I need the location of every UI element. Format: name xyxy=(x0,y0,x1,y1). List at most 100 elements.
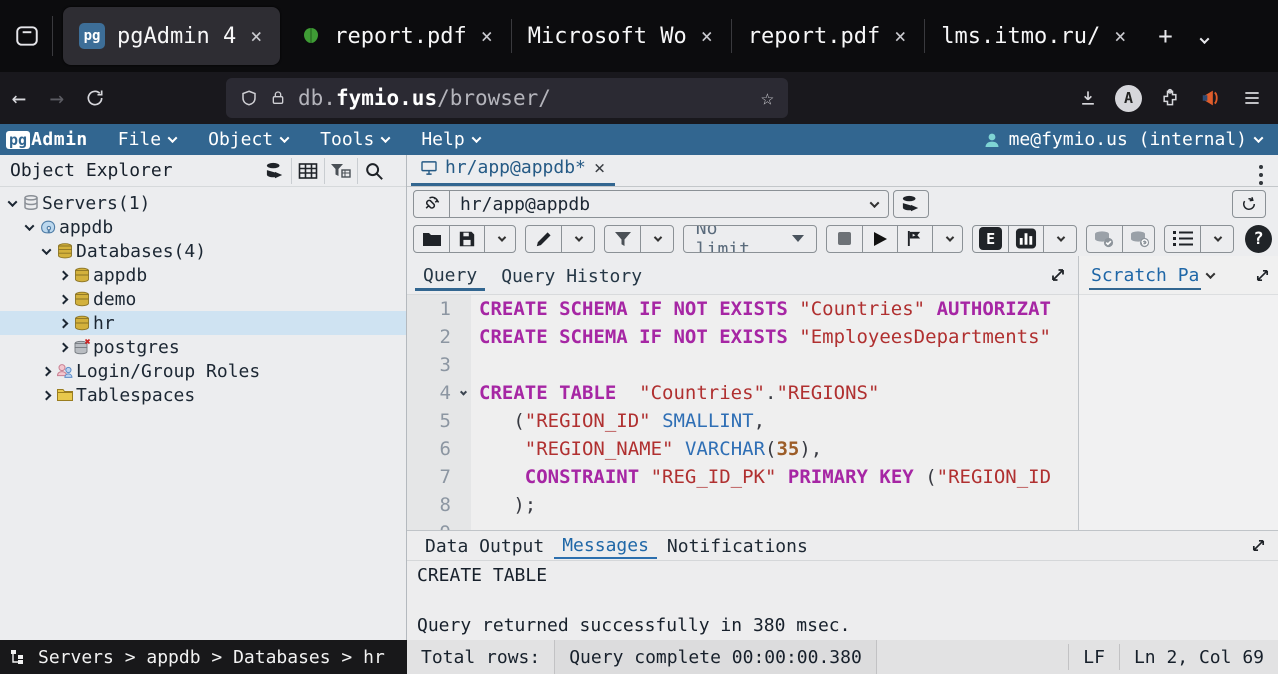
downloads-icon[interactable] xyxy=(1069,80,1106,117)
caret-down-icon[interactable] xyxy=(38,248,54,255)
execute-options-flag-button[interactable] xyxy=(897,226,932,252)
caret-right-icon[interactable] xyxy=(38,368,54,375)
browser-tab[interactable]: report.pdf× xyxy=(284,7,511,65)
close-tab-icon[interactable]: × xyxy=(699,24,715,48)
tree-item-tablespaces[interactable]: Tablespaces xyxy=(0,383,406,407)
tab-data-output[interactable]: Data Output xyxy=(417,534,552,558)
commit-button[interactable] xyxy=(1087,226,1122,252)
filter-button[interactable] xyxy=(605,226,640,252)
tree-item-postgres[interactable]: postgres xyxy=(0,335,406,359)
forward-button[interactable]: → xyxy=(40,84,74,112)
line-number: 3 xyxy=(407,351,471,379)
browser-tab[interactable]: Microsoft Wo× xyxy=(512,7,731,65)
tab-query-history[interactable]: Query History xyxy=(493,261,650,289)
explain-chevron[interactable] xyxy=(1043,226,1076,252)
edit-options-chevron[interactable] xyxy=(561,226,595,252)
url-text[interactable]: db.fymio.us/browser/ xyxy=(298,86,749,110)
caret-right-icon[interactable] xyxy=(55,272,71,279)
edit-button[interactable] xyxy=(526,226,561,252)
execute-button[interactable] xyxy=(862,226,897,252)
browser-tab[interactable]: pgpgAdmin 4× xyxy=(63,7,280,65)
caret-right-icon[interactable] xyxy=(55,296,71,303)
close-tab-icon[interactable]: × xyxy=(1112,24,1128,48)
macros-chevron[interactable] xyxy=(1200,226,1234,252)
reload-button[interactable] xyxy=(78,88,112,108)
new-tab-button[interactable]: + xyxy=(1144,22,1186,50)
browser-tab[interactable]: report.pdf× xyxy=(732,7,925,65)
expand-scratch-icon[interactable] xyxy=(1247,268,1278,283)
help-button[interactable]: ? xyxy=(1245,225,1272,253)
filter-options-chevron[interactable] xyxy=(640,226,674,252)
chevron-down-icon[interactable] xyxy=(1206,269,1216,279)
row-limit-select[interactable]: No limit xyxy=(684,226,816,252)
connection-status-plug-icon[interactable] xyxy=(414,191,450,217)
search-objects-icon[interactable] xyxy=(357,158,390,184)
bookmark-star-icon[interactable]: ☆ xyxy=(761,86,774,111)
expand-editor-icon[interactable] xyxy=(1038,267,1078,283)
view-data-grid-icon[interactable] xyxy=(291,158,324,184)
tree-item-appdb[interactable]: appdb xyxy=(0,215,406,239)
tree-path-icon xyxy=(10,649,28,665)
caret-right-icon[interactable] xyxy=(55,344,71,351)
browser-navbar: ← → db.fymio.us/browser/ ☆ A xyxy=(0,72,1278,124)
menu-file[interactable]: File xyxy=(102,124,192,155)
chevron-down-icon xyxy=(280,133,290,143)
shield-icon[interactable] xyxy=(240,88,258,108)
save-options-chevron[interactable] xyxy=(484,226,516,252)
reset-layout-button[interactable] xyxy=(1232,190,1266,218)
menu-tools[interactable]: Tools xyxy=(304,124,405,155)
tab-title: pgAdmin 4 xyxy=(117,24,236,49)
line-number: 4 xyxy=(407,379,471,407)
tab-notifications[interactable]: Notifications xyxy=(659,534,816,558)
browser-tab[interactable]: lms.itmo.ru/× xyxy=(925,7,1144,65)
query-tool-doc-tab[interactable]: hr/app@appdb* × xyxy=(411,156,615,186)
tree-item-login-group-roles[interactable]: Login/Group Roles xyxy=(0,359,406,383)
macros-list-button[interactable] xyxy=(1165,226,1200,252)
url-bar[interactable]: db.fymio.us/browser/ ☆ xyxy=(226,78,788,118)
caret-down-icon[interactable] xyxy=(21,224,37,231)
menu-help[interactable]: Help xyxy=(405,124,495,155)
caret-down-icon[interactable] xyxy=(4,200,20,207)
tab-scratch-pad[interactable]: Scratch Pa xyxy=(1089,260,1201,290)
fold-caret-icon[interactable] xyxy=(455,379,471,407)
extensions-puzzle-icon[interactable] xyxy=(1151,80,1188,117)
list-tabs-button[interactable] xyxy=(1187,22,1222,50)
stop-button[interactable] xyxy=(827,226,862,252)
menu-object[interactable]: Object xyxy=(192,124,304,155)
tree-item-hr[interactable]: hr xyxy=(0,311,406,335)
caret-right-icon[interactable] xyxy=(38,392,54,399)
rollback-button[interactable] xyxy=(1122,226,1156,252)
code-line: CREATE SCHEMA IF NOT EXISTS "Countries" … xyxy=(479,295,1078,323)
more-options-icon[interactable] xyxy=(1244,164,1278,186)
scratch-pad-textarea[interactable] xyxy=(1079,294,1278,530)
explain-analyze-button[interactable] xyxy=(1008,226,1043,252)
back-button[interactable]: ← xyxy=(2,84,36,112)
expand-results-icon[interactable] xyxy=(1239,538,1278,553)
user-menu[interactable]: me@fymio.us (internal) xyxy=(983,129,1278,150)
caret-right-icon[interactable] xyxy=(55,320,71,327)
save-file-button[interactable] xyxy=(449,226,484,252)
tree-item-servers-1-[interactable]: Servers(1) xyxy=(0,191,406,215)
extension-megaphone-icon[interactable] xyxy=(1192,80,1229,117)
tree-item-demo[interactable]: demo xyxy=(0,287,406,311)
explain-button[interactable]: E xyxy=(973,226,1008,252)
new-connection-button[interactable] xyxy=(893,190,929,218)
connect-database-icon[interactable] xyxy=(258,158,291,184)
close-tab-icon[interactable]: × xyxy=(892,24,908,48)
menu-hamburger-icon[interactable] xyxy=(1233,80,1270,117)
close-tab-icon[interactable]: × xyxy=(479,24,495,48)
filtered-rows-icon[interactable] xyxy=(324,158,357,184)
close-tab-icon[interactable]: × xyxy=(248,24,264,48)
sql-editor[interactable]: 123456789 CREATE SCHEMA IF NOT EXISTS "C… xyxy=(407,294,1078,530)
execute-chevron[interactable] xyxy=(932,226,963,252)
account-icon[interactable]: A xyxy=(1110,80,1147,117)
connection-select[interactable]: hr/app@appdb xyxy=(450,191,888,217)
firefox-view-icon[interactable] xyxy=(10,19,44,53)
tree-item-databases-4-[interactable]: Databases(4) xyxy=(0,239,406,263)
open-file-button[interactable] xyxy=(414,226,449,252)
editor-code[interactable]: CREATE SCHEMA IF NOT EXISTS "Countries" … xyxy=(471,295,1078,530)
tree-item-appdb[interactable]: appdb xyxy=(0,263,406,287)
tab-messages[interactable]: Messages xyxy=(554,533,657,559)
close-tab-icon[interactable]: × xyxy=(594,157,605,179)
tab-query[interactable]: Query xyxy=(415,260,485,291)
